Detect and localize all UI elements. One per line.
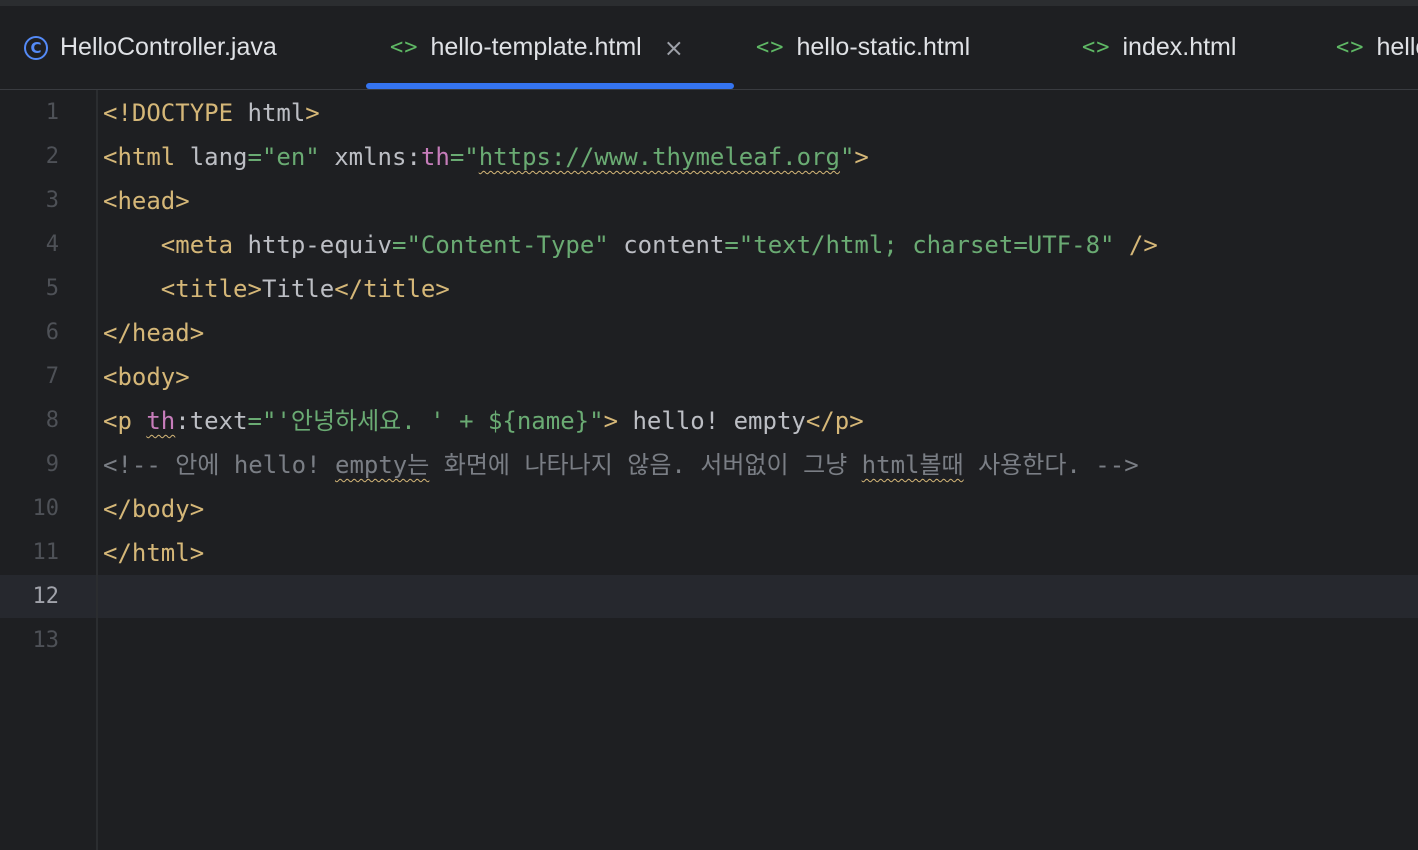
token: :text: [175, 407, 248, 435]
line-number: 5: [45, 276, 59, 301]
line-number: 10: [32, 496, 60, 521]
code-line-8[interactable]: <p th:text="'안녕하세요. ' + ${name}"> hello!…: [103, 399, 864, 443]
token: >: [603, 407, 619, 435]
code-line-11[interactable]: </html>: [103, 531, 204, 575]
token: />: [1114, 231, 1158, 259]
code-line-4[interactable]: <meta http-equiv="Content-Type" content=…: [103, 223, 1158, 267]
token: "text/html; charset=UTF-8": [738, 231, 1115, 259]
line-number: 9: [45, 452, 59, 477]
token: <html: [103, 143, 190, 171]
html-file-icon: <>: [390, 35, 419, 60]
token: <!DOCTYPE: [103, 99, 248, 127]
token: th: [146, 407, 176, 435]
active-tab-indicator: [366, 83, 734, 89]
token: =: [247, 407, 262, 435]
tab-label: hello-template.html: [430, 33, 642, 61]
code-line-3[interactable]: <head>: [103, 179, 190, 223]
code-editor[interactable]: 1 2 3 4 5 6 7 8 9 10 11 12 13 <!DOCTYPE …: [0, 90, 1418, 850]
token: xmlns:: [319, 143, 421, 171]
tab-label: hello-static.html: [796, 33, 971, 61]
token: >: [854, 143, 869, 171]
token: http-equiv: [247, 231, 393, 259]
java-class-icon: C: [24, 35, 48, 60]
code-line-5[interactable]: <title>Title</title>: [103, 267, 450, 311]
line-number: 11: [32, 540, 60, 565]
token: =: [449, 143, 465, 171]
line-number: 8: [45, 408, 59, 433]
html-file-icon: <>: [1336, 35, 1365, 60]
token: </title>: [334, 275, 450, 303]
close-tab-icon[interactable]: ×: [664, 34, 684, 62]
token: <meta: [103, 231, 248, 259]
line-number-current: 12: [32, 584, 60, 609]
html-file-icon: <>: [756, 35, 785, 60]
tab-hello-truncated[interactable]: <> hello: [1336, 6, 1418, 89]
tab-hello-template-html[interactable]: <> hello-template.html ×: [390, 6, 684, 89]
token: <!-- 안에 hello!: [103, 451, 335, 479]
token: "en": [261, 143, 320, 171]
line-number: 7: [45, 364, 59, 389]
token: =: [392, 231, 407, 259]
code-line-1[interactable]: <!DOCTYPE html>: [103, 91, 320, 135]
token: th: [420, 143, 450, 171]
token: </head>: [103, 319, 205, 347]
token: </p>: [805, 407, 864, 435]
token: content: [608, 231, 725, 259]
html-file-icon: <>: [1082, 35, 1111, 60]
token: <head>: [103, 187, 190, 215]
code-line-10[interactable]: </body>: [103, 487, 204, 531]
token: 화면에 나타나지 않음. 서버없이 그냥: [429, 451, 862, 479]
tab-index-html[interactable]: <> index.html: [1082, 6, 1236, 89]
token: hello! empty: [618, 407, 806, 435]
token: "'안녕하세요. ' + ${name}": [261, 407, 604, 435]
token: =: [247, 143, 262, 171]
tab-hello-static-html[interactable]: <> hello-static.html: [756, 6, 970, 89]
token: ": [464, 143, 479, 171]
token: 사용한다. -->: [963, 451, 1139, 479]
line-number: 2: [45, 144, 59, 169]
token: </html>: [103, 539, 205, 567]
token: >: [305, 99, 320, 127]
code-line-7[interactable]: <body>: [103, 355, 190, 399]
token-url: https://www.thymeleaf.org: [478, 143, 840, 171]
token: "Content-Type": [406, 231, 609, 259]
line-number: 3: [45, 188, 59, 213]
code-line-2[interactable]: <html lang="en" xmlns:th="https://www.th…: [103, 135, 869, 179]
gutter-separator: [96, 90, 98, 850]
tab-label: index.html: [1122, 33, 1237, 61]
token: =: [724, 231, 739, 259]
line-number: 4: [45, 232, 59, 257]
line-number: 13: [32, 628, 60, 653]
token: html볼때: [861, 451, 964, 479]
token: empty는: [335, 451, 430, 479]
token: html: [247, 99, 306, 127]
current-line-highlight: [0, 575, 1418, 618]
code-line-9[interactable]: <!-- 안에 hello! empty는 화면에 나타나지 않음. 서버없이 …: [103, 443, 1139, 487]
line-number: 6: [45, 320, 59, 345]
token: <title>: [103, 275, 262, 303]
line-number: 1: [45, 100, 59, 125]
token: Title: [261, 275, 335, 303]
tab-label: hello: [1376, 33, 1418, 61]
tab-label: HelloController.java: [60, 33, 277, 61]
token: lang: [189, 143, 248, 171]
token: ": [839, 143, 855, 171]
tab-hello-controller-java[interactable]: C HelloController.java: [24, 6, 277, 89]
editor-tab-bar: C HelloController.java <> hello-template…: [0, 6, 1418, 90]
token: <p: [103, 407, 147, 435]
code-line-6[interactable]: </head>: [103, 311, 204, 355]
token: </body>: [103, 495, 205, 523]
token: <body>: [103, 363, 190, 391]
